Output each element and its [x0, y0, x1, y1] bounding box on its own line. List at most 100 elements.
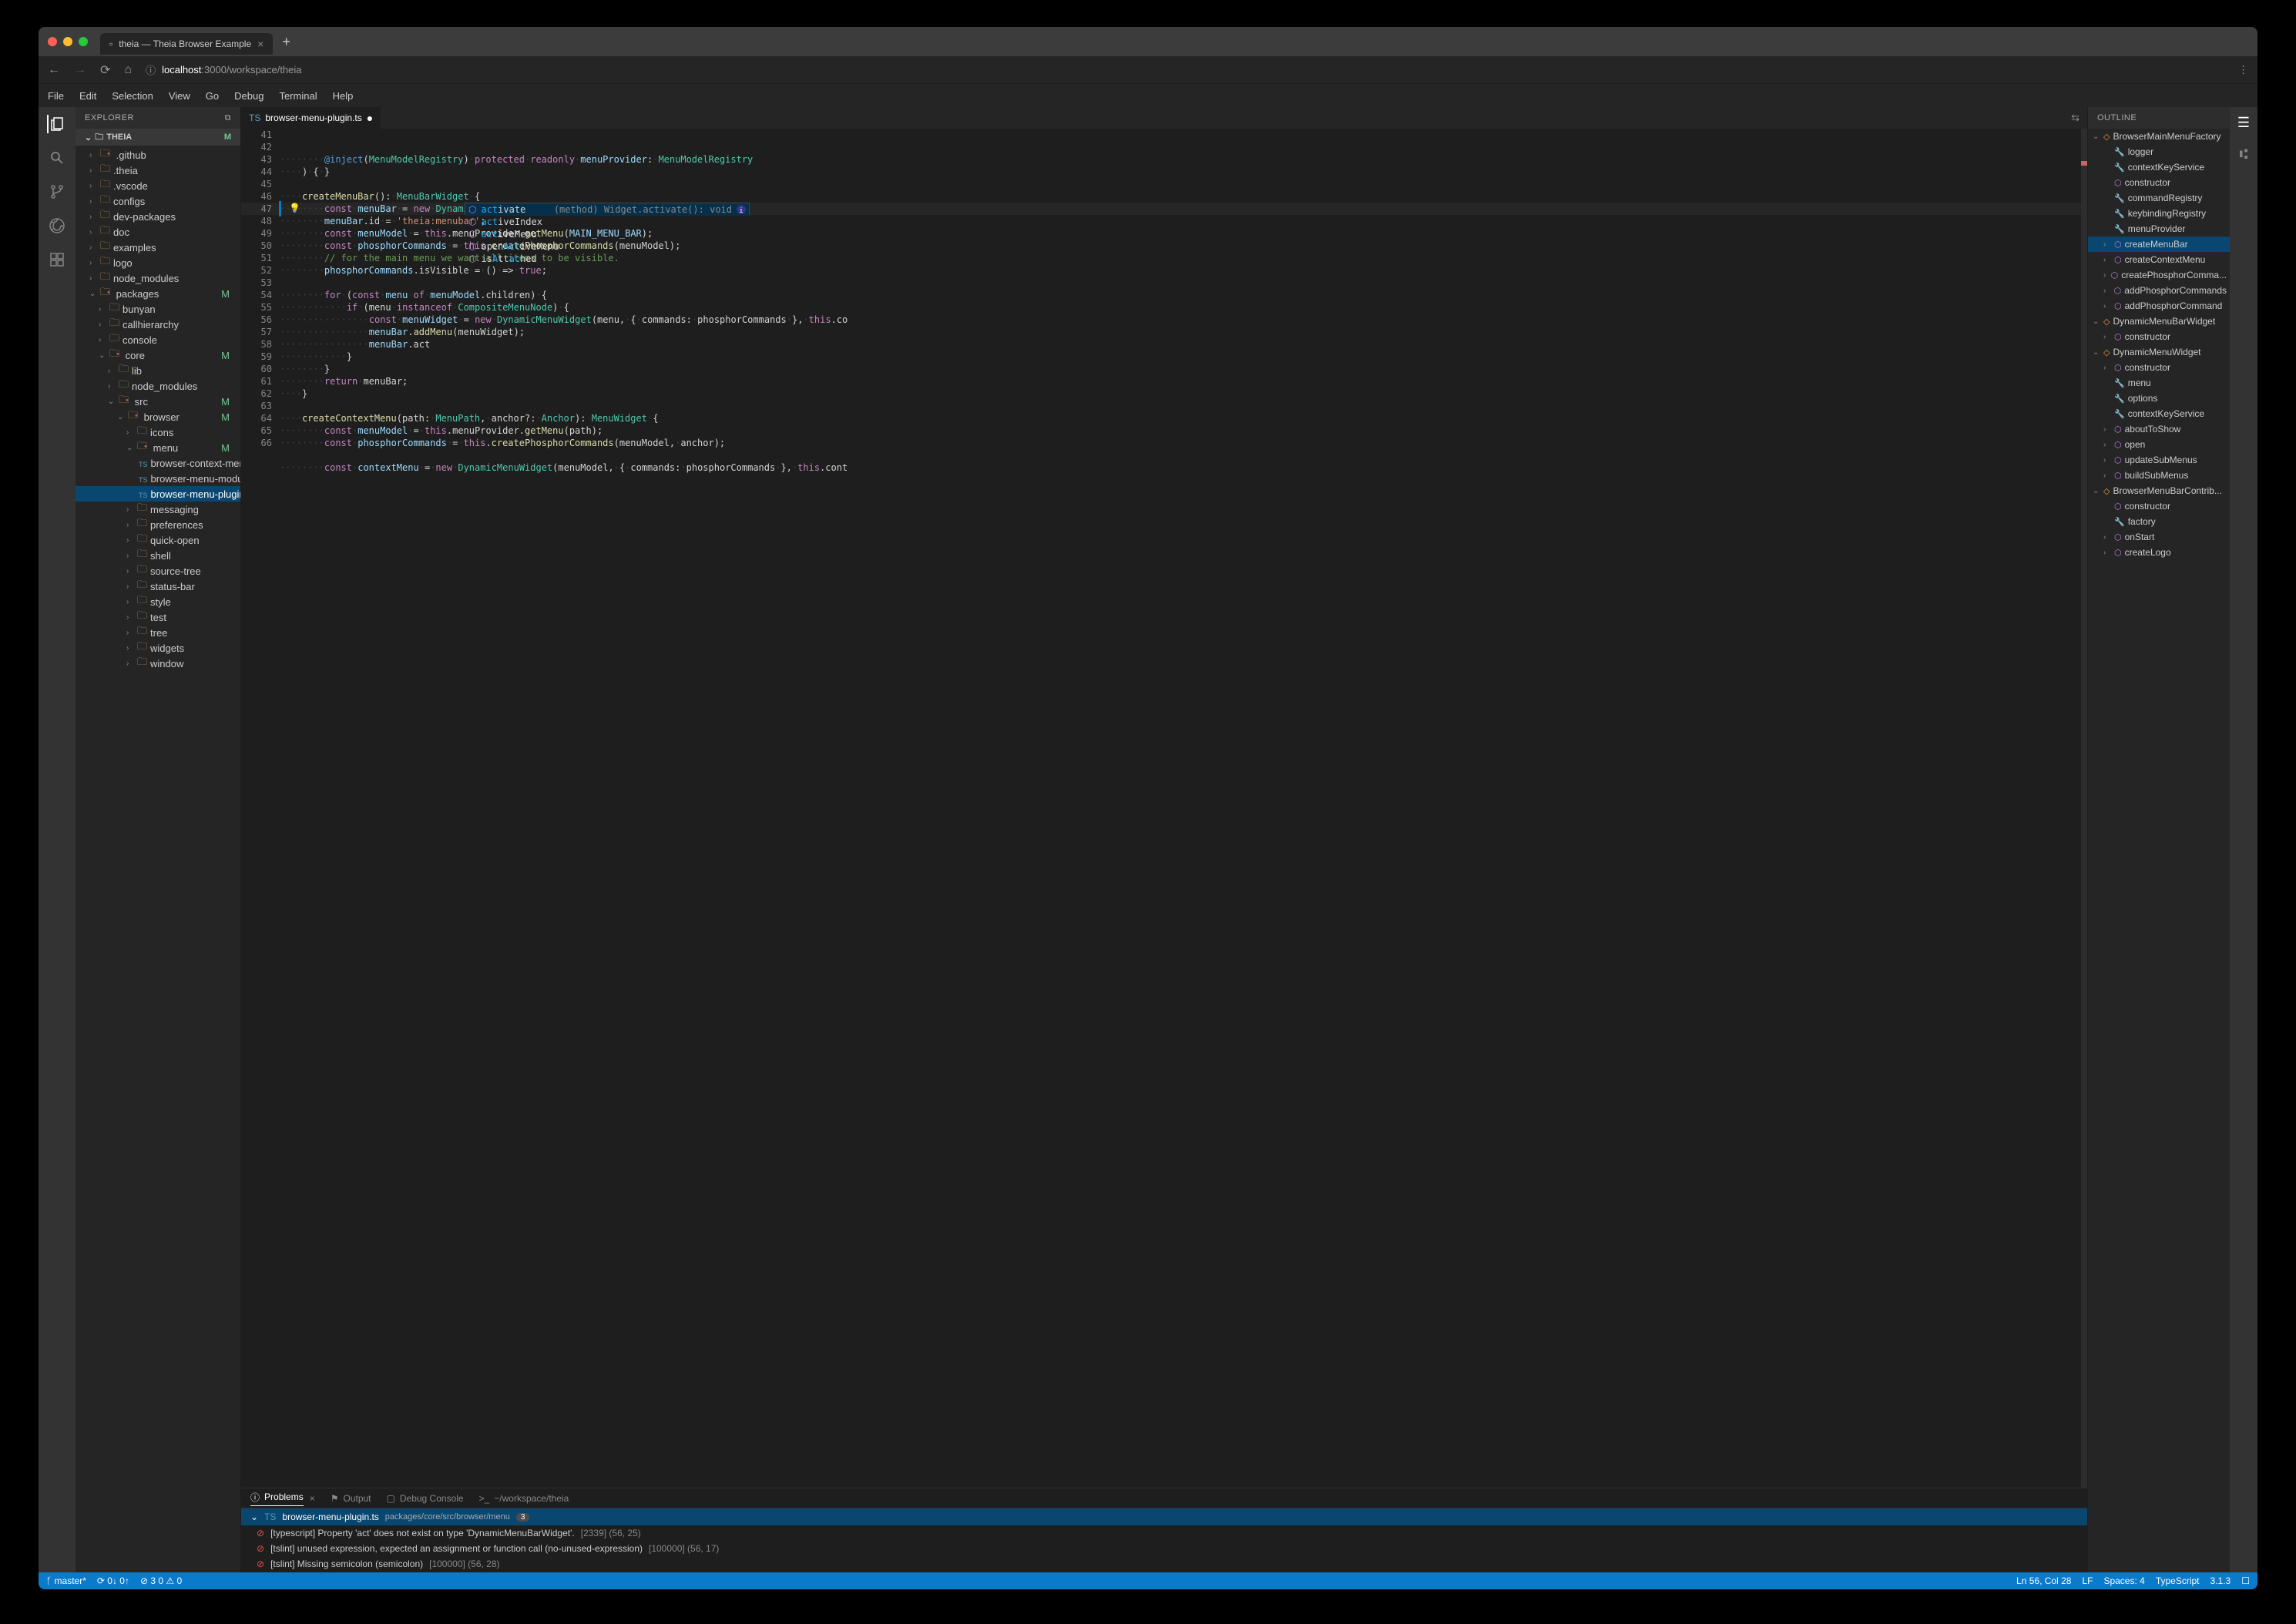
- tree-item[interactable]: ›🗀console: [76, 332, 240, 347]
- outline-item[interactable]: ›⬡createMenuBar: [2088, 237, 2230, 252]
- suggest-item[interactable]: ⬡activeMenu: [465, 228, 749, 240]
- tree-item[interactable]: ⌄🗀packagesM: [76, 286, 240, 301]
- tree-item[interactable]: ›🗀.theia: [76, 163, 240, 178]
- tree-item[interactable]: ›🗀preferences: [76, 517, 240, 532]
- search-icon[interactable]: [48, 149, 66, 167]
- git-branch-status[interactable]: ᚶ master*: [46, 1575, 86, 1586]
- problem-item[interactable]: ⊘[tslint] unused expression, expected an…: [241, 1541, 2087, 1556]
- tree-item[interactable]: ›🗀.github: [76, 147, 240, 163]
- menu-help[interactable]: Help: [333, 90, 354, 102]
- home-button[interactable]: ⌂: [124, 63, 132, 77]
- problem-file-header[interactable]: TS browser-menu-plugin.ts packages/core/…: [241, 1508, 2087, 1525]
- panel-tab-problems[interactable]: ⓘProblems: [250, 1491, 304, 1506]
- tree-item[interactable]: ›🗀node_modules: [76, 378, 240, 394]
- minimize-window-button[interactable]: [63, 37, 72, 46]
- outline-item[interactable]: ›⬡createLogo: [2088, 545, 2230, 560]
- extensions-icon[interactable]: [48, 250, 66, 269]
- cursor-position[interactable]: Ln 56, Col 28: [2016, 1575, 2071, 1586]
- git-sync-status[interactable]: ⟳ 0↓ 0↑: [97, 1575, 129, 1586]
- tree-item[interactable]: TSbrowser-context-menu-r...: [76, 455, 240, 471]
- tree-item[interactable]: TSbrowser-menu-module.ts: [76, 471, 240, 486]
- suggest-item[interactable]: ⬡openActiveMenu: [465, 240, 749, 253]
- ts-version[interactable]: 3.1.3: [2210, 1575, 2231, 1586]
- tree-item[interactable]: ›🗀tree: [76, 625, 240, 640]
- outline-item[interactable]: 🔧logger: [2088, 144, 2230, 159]
- tree-item[interactable]: ›🗀dev-packages: [76, 209, 240, 224]
- outline-item[interactable]: ›⬡buildSubMenus: [2088, 468, 2230, 483]
- maximize-window-button[interactable]: [79, 37, 88, 46]
- tree-item[interactable]: ⌄🗀srcM: [76, 394, 240, 409]
- outline-item[interactable]: 🔧factory: [2088, 514, 2230, 529]
- outline-item[interactable]: ›⬡onStart: [2088, 529, 2230, 545]
- tree-item[interactable]: ›🗀quick-open: [76, 532, 240, 548]
- version-compare-icon[interactable]: ⇆: [2071, 112, 2079, 123]
- close-tab-icon[interactable]: ×: [257, 38, 264, 50]
- tree-item[interactable]: ›🗀widgets: [76, 640, 240, 656]
- outline-item[interactable]: ›⬡updateSubMenus: [2088, 452, 2230, 468]
- debug-icon[interactable]: [48, 216, 66, 235]
- language-indicator[interactable]: TypeScript: [2156, 1575, 2200, 1586]
- new-tab-button[interactable]: +: [282, 34, 290, 50]
- explorer-icon[interactable]: [47, 115, 65, 133]
- menu-debug[interactable]: Debug: [234, 90, 264, 102]
- problem-item[interactable]: ⊘[tslint] Missing semicolon (semicolon) …: [241, 1556, 2087, 1572]
- menu-file[interactable]: File: [48, 90, 64, 102]
- tree-item[interactable]: ›🗀.vscode: [76, 178, 240, 193]
- menu-go[interactable]: Go: [206, 90, 219, 102]
- collapse-icon[interactable]: ⧉: [225, 113, 231, 123]
- panel-tab-output[interactable]: ⚑Output: [331, 1493, 371, 1504]
- close-panel-icon[interactable]: ×: [310, 1493, 315, 1504]
- outline-item[interactable]: ›⬡addPhosphorCommand: [2088, 298, 2230, 314]
- site-info-icon[interactable]: ⓘ: [146, 62, 156, 77]
- intellisense-popup[interactable]: ⬡activate(method) Widget.activate(): voi…: [465, 203, 750, 215]
- tree-item[interactable]: ›🗀bunyan: [76, 301, 240, 317]
- outline-item[interactable]: ⌄◇BrowserMainMenuFactory: [2088, 129, 2230, 144]
- browser-tab[interactable]: ▫ theia — Theia Browser Example ×: [100, 33, 273, 55]
- tree-item[interactable]: ›🗀configs: [76, 193, 240, 209]
- eol-indicator[interactable]: LF: [2082, 1575, 2093, 1586]
- tree-item[interactable]: TSbrowser-menu-plugin.tsM: [76, 486, 240, 502]
- outline-item[interactable]: 🔧contextKeyService: [2088, 159, 2230, 175]
- panel-tab--workspace-theia[interactable]: >_~/workspace/theia: [479, 1493, 569, 1504]
- git-icon[interactable]: [48, 183, 66, 201]
- code-editor[interactable]: 4142434445464748495051525354555657585960…: [241, 129, 2087, 1488]
- outline-view-icon[interactable]: ☰: [2237, 115, 2250, 131]
- outline-item[interactable]: ›⬡aboutToShow: [2088, 421, 2230, 437]
- outline-item[interactable]: 🔧menuProvider: [2088, 221, 2230, 237]
- outline-item[interactable]: ⌄◇DynamicMenuBarWidget: [2088, 314, 2230, 329]
- outline-item[interactable]: 🔧contextKeyService: [2088, 406, 2230, 421]
- explorer-root[interactable]: 🗀THEIA M: [76, 129, 240, 146]
- outline-item[interactable]: 🔧commandRegistry: [2088, 190, 2230, 206]
- minimap[interactable]: [2081, 129, 2087, 1488]
- editor-tab[interactable]: TS browser-menu-plugin.ts ●: [241, 107, 381, 129]
- menu-terminal[interactable]: Terminal: [279, 90, 317, 102]
- outline-item[interactable]: ›⬡constructor: [2088, 360, 2230, 375]
- tree-item[interactable]: ›🗀logo: [76, 255, 240, 270]
- menu-button[interactable]: ⋮: [2238, 64, 2248, 76]
- forward-button[interactable]: →: [74, 63, 86, 77]
- tree-item[interactable]: ›🗀examples: [76, 240, 240, 255]
- tree-item[interactable]: ›🗀messaging: [76, 502, 240, 517]
- tree-item[interactable]: ›🗀source-tree: [76, 563, 240, 579]
- tree-item[interactable]: ›🗀shell: [76, 548, 240, 563]
- outline-item[interactable]: ›⬡createContextMenu: [2088, 252, 2230, 267]
- outline-item[interactable]: ›⬡addPhosphorCommands: [2088, 283, 2230, 298]
- tree-item[interactable]: ›🗀doc: [76, 224, 240, 240]
- tree-item[interactable]: ›🗀lib: [76, 363, 240, 378]
- outline-item[interactable]: ⌄◇BrowserMenuBarContrib...: [2088, 483, 2230, 498]
- tree-item[interactable]: ›🗀style: [76, 594, 240, 609]
- tree-item[interactable]: ›🗀callhierarchy: [76, 317, 240, 332]
- suggest-item[interactable]: ⬡activeIndex: [465, 216, 749, 228]
- panel-tab-debug-console[interactable]: ▢Debug Console: [387, 1493, 464, 1504]
- close-window-button[interactable]: [48, 37, 57, 46]
- suggest-item[interactable]: ⬡isAttached: [465, 253, 749, 265]
- menu-edit[interactable]: Edit: [79, 90, 96, 102]
- address-bar[interactable]: ⓘ localhost:3000/workspace/theia: [146, 62, 2224, 77]
- suggest-item[interactable]: ⬡activate(method) Widget.activate(): voi…: [465, 203, 749, 216]
- tree-item[interactable]: ›🗀node_modules: [76, 270, 240, 286]
- tree-item[interactable]: ⌄🗀coreM: [76, 347, 240, 363]
- menu-selection[interactable]: Selection: [112, 90, 153, 102]
- tree-item[interactable]: ›🗀window: [76, 656, 240, 671]
- outline-item[interactable]: ›⬡createPhosphorComma...: [2088, 267, 2230, 283]
- indent-indicator[interactable]: Spaces: 4: [2103, 1575, 2144, 1586]
